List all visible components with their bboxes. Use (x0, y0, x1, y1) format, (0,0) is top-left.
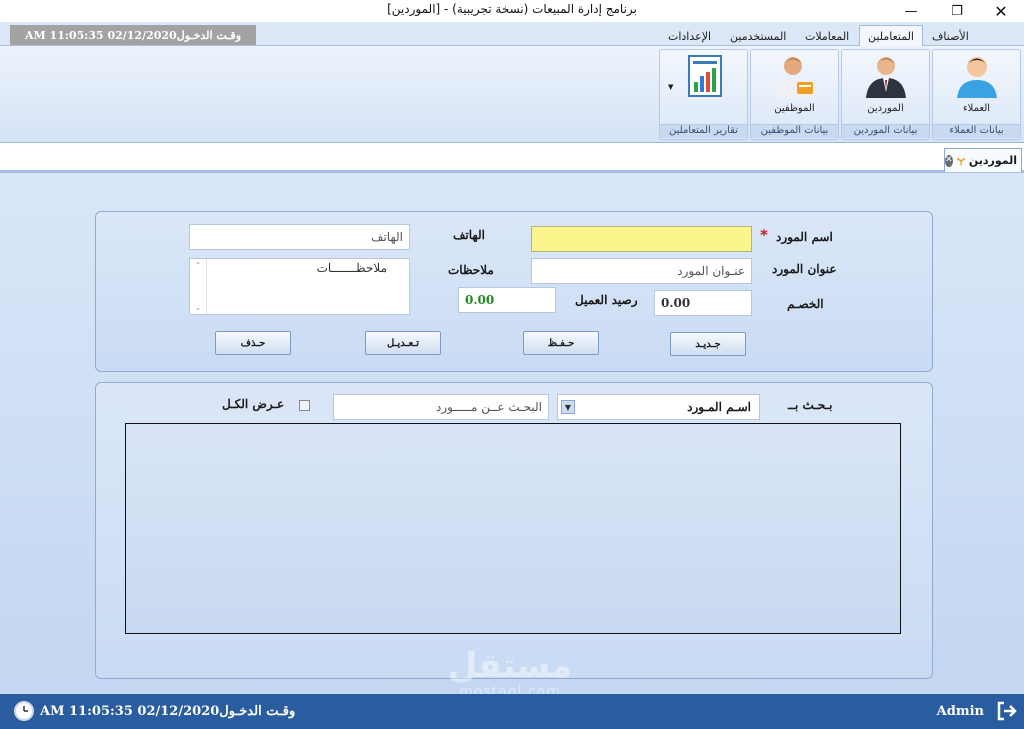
search-field-select[interactable]: اسـم المـورد ▼ (557, 394, 760, 420)
supplier-name-label: اسم المورد (776, 230, 833, 244)
close-tab-icon[interactable]: ✕ (945, 154, 953, 167)
login-time-display: وقـت الدخـول02/12/2020 11:05:35 AM (10, 25, 256, 45)
suppliers-button[interactable]: الموردين (846, 52, 925, 124)
address-input[interactable]: عنـوان المورد (531, 258, 752, 284)
tab-transactions[interactable]: المعاملات (797, 25, 857, 47)
ribbon-tab-row: وقـت الدخـول02/12/2020 11:05:35 AM الإعد… (0, 22, 1024, 47)
phone-label: الهاتف (453, 228, 485, 242)
address-label: عنوان المورد (772, 262, 837, 276)
group-suppliers-label: بيانات الموردين (842, 124, 929, 138)
group-employees-label: بيانات الموظفين (751, 124, 838, 138)
reports-button[interactable] (664, 52, 743, 124)
status-bar: وقـت الدخـول02/12/2020 11:05:35 AM Admin (0, 694, 1024, 729)
suppliers-button-label: الموردين (867, 103, 904, 114)
new-button[interactable]: جـديـد (670, 332, 746, 356)
watermark-logo-text: مستقل (447, 646, 573, 686)
window-title: برنامج إدارة المبيعات (نسخة تجريبية) - [… (387, 2, 637, 16)
group-suppliers: الموردين بيانات الموردين (841, 49, 930, 140)
balance-label: رصيد العميل (575, 293, 638, 307)
watermark: مستقل mostaql.com (430, 648, 590, 700)
show-all-label: عـرض الكـل (222, 397, 285, 411)
scroll-up-icon[interactable]: ⌃ (195, 261, 202, 270)
suppliers-grid[interactable] (125, 423, 901, 634)
discount-label: الخصـم (787, 297, 824, 311)
notes-scrollbar[interactable]: ⌃ ⌄ (190, 259, 207, 314)
minimize-icon[interactable]: — (888, 0, 934, 22)
dropdown-arrow-icon[interactable]: ▼ (668, 83, 673, 91)
tab-users[interactable]: المستخدمين (722, 25, 794, 47)
customers-button-label: العملاء (962, 103, 991, 114)
employees-button[interactable]: الموظفين (755, 52, 834, 124)
report-chart-icon (687, 55, 722, 97)
notes-label: ملاحظات (448, 263, 494, 277)
search-field-value: اسـم المـورد (687, 400, 751, 414)
delete-button[interactable]: حـذف (215, 331, 291, 355)
close-icon[interactable]: ✕ (978, 0, 1024, 22)
doc-tab-label: الموردين (968, 154, 1017, 167)
show-all-checkbox[interactable] (299, 400, 310, 411)
employee-person-icon (774, 57, 813, 98)
edit-button[interactable]: تـعـديـل (365, 331, 441, 355)
status-login-time: وقـت الدخـول02/12/2020 11:05:35 AM (40, 704, 296, 719)
clock-icon (14, 701, 34, 721)
doc-tab-suppliers[interactable]: ✕ الموردين (944, 148, 1022, 172)
group-reports-label: تقارير المتعاملين (660, 124, 747, 138)
save-button[interactable]: حـفـظ (523, 331, 599, 355)
customer-person-icon (956, 57, 997, 98)
balance-display: 0.00 (458, 287, 556, 313)
search-input[interactable]: البحـث عــن مـــــورد (333, 394, 549, 420)
group-employees: الموظفين بيانات الموظفين (750, 49, 839, 140)
title-bar: برنامج إدارة المبيعات (نسخة تجريبية) - [… (0, 0, 1024, 22)
restore-icon[interactable]: ❐ (934, 0, 980, 22)
search-by-label: بـحـث بــ (788, 398, 833, 412)
ribbon-panel: العملاء بيانات العملاء الموردين بيانات ا… (0, 46, 1024, 143)
supplier-tab-icon (956, 157, 965, 165)
document-tab-strip: ✕ الموردين (0, 143, 1024, 173)
logout-icon[interactable] (996, 701, 1018, 721)
notes-textarea[interactable]: ملاحظـــــــات ⌃ ⌄ (189, 258, 410, 315)
discount-input[interactable]: 0.00 (654, 290, 752, 316)
scroll-down-icon[interactable]: ⌄ (195, 303, 202, 312)
required-mark: * (760, 226, 768, 244)
employees-button-label: الموظفين (774, 103, 815, 114)
customers-button[interactable]: العملاء (937, 52, 1016, 124)
tab-dealers[interactable]: المتعاملين (859, 25, 923, 47)
group-customers-label: بيانات العملاء (933, 124, 1020, 138)
notes-text: ملاحظـــــــات (316, 261, 387, 275)
group-reports: ▼ تقارير المتعاملين (659, 49, 748, 140)
tab-settings[interactable]: الإعدادات (660, 25, 719, 47)
phone-input[interactable]: الهاتف (189, 224, 410, 250)
chevron-down-icon[interactable]: ▼ (561, 400, 575, 414)
supplier-name-input[interactable] (531, 226, 752, 252)
group-customers: العملاء بيانات العملاء (932, 49, 1021, 140)
current-user: Admin (936, 704, 984, 719)
supplier-person-icon (865, 57, 906, 98)
tab-items[interactable]: الأصناف (924, 25, 977, 47)
